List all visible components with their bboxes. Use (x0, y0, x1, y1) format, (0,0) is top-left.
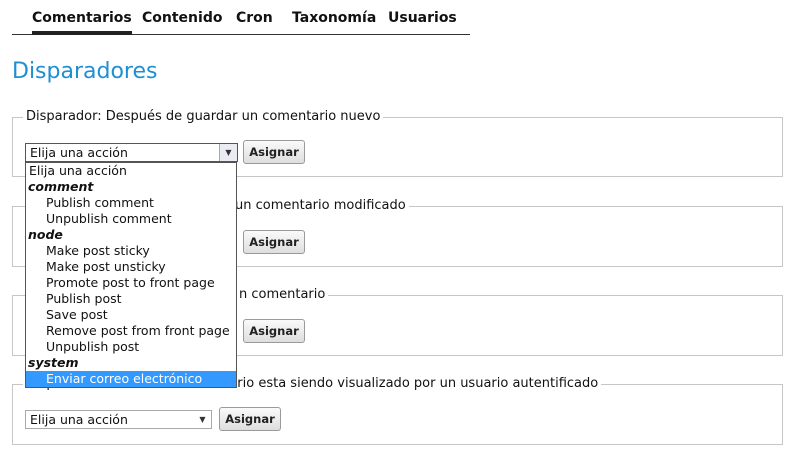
dropdown-option-highlighted[interactable]: Enviar correo electrónico (26, 371, 236, 387)
dropdown-option[interactable]: Unpublish comment (26, 211, 236, 227)
action-select-4[interactable]: Elija una acción ▼ (25, 410, 212, 429)
action-select-1[interactable]: Elija una acción ▼ (25, 143, 238, 162)
dropdown-option[interactable]: Publish post (26, 291, 236, 307)
trigger-legend-3: n comentario (237, 287, 329, 303)
dropdown-option[interactable]: Promote post to front page (26, 275, 236, 291)
dropdown-group-system: system (28, 355, 79, 370)
tab-usuarios[interactable]: Usuarios (388, 10, 457, 26)
assign-button-2[interactable]: Asignar (243, 230, 305, 254)
trigger-fieldset-4: Disparador: Cuando un comentario esta si… (12, 376, 783, 445)
dropdown-option[interactable]: Make post sticky (26, 243, 236, 259)
chevron-down-icon: ▼ (199, 415, 206, 424)
tab-taxonomia[interactable]: Taxonomía (292, 10, 376, 26)
assign-button-3[interactable]: Asignar (243, 319, 305, 343)
tab-cron[interactable]: Cron (236, 10, 273, 26)
action-dropdown-list: Elija una acción comment Publish comment… (25, 162, 237, 388)
dropdown-option[interactable]: Publish comment (26, 195, 236, 211)
tab-contenido[interactable]: Contenido (142, 10, 222, 26)
trigger-legend-1: Disparador: Después de guardar un coment… (23, 109, 384, 125)
assign-button-1[interactable]: Asignar (243, 140, 305, 164)
tab-bar: Comentarios Contenido Cron Taxonomía Usu… (12, 0, 470, 35)
action-select-value-1: Elija una acción (30, 145, 128, 160)
dropdown-option[interactable]: Save post (26, 307, 236, 323)
page-title: Disparadores (12, 59, 158, 84)
assign-button-4[interactable]: Asignar (219, 407, 281, 431)
dropdown-option[interactable]: Make post unsticky (26, 259, 236, 275)
dropdown-option-placeholder[interactable]: Elija una acción (26, 163, 236, 179)
tab-comentarios[interactable]: Comentarios (32, 10, 132, 35)
trigger-legend-2: un comentario modificado (233, 198, 409, 214)
dropdown-option[interactable]: Unpublish post (26, 339, 236, 355)
action-select-value-4: Elija una acción (30, 412, 128, 427)
dropdown-option[interactable]: Remove post from front page (26, 323, 236, 339)
dropdown-group-comment: comment (28, 179, 94, 194)
dropdown-group-node: node (28, 227, 63, 242)
chevron-down-icon: ▼ (219, 144, 237, 161)
